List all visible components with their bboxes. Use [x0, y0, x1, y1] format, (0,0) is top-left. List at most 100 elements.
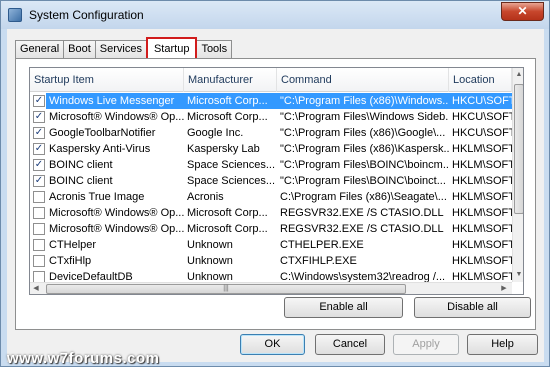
scroll-left-arrow[interactable]: ◀: [30, 283, 42, 294]
cell-item: BOINC client: [49, 175, 113, 187]
tab-services[interactable]: Services: [94, 40, 147, 58]
cell-location: HKCU\SOFTW: [449, 93, 512, 109]
cell-item: CTHelper: [49, 239, 97, 251]
cell-item: Microsoft® Windows® Op...: [49, 223, 184, 235]
cell-manufacturer: Microsoft Corp...: [187, 207, 268, 219]
cell-item: GoogleToolbarNotifier: [49, 127, 156, 139]
cell-command: "C:\Program Files (x86)\Windows...: [277, 93, 449, 109]
cell-item: Microsoft® Windows® Op...: [49, 111, 184, 123]
column-location[interactable]: Location: [449, 68, 512, 92]
cell-command: REGSVR32.EXE /S CTASIO.DLL: [280, 223, 444, 235]
cancel-button[interactable]: Cancel: [315, 334, 385, 355]
list-header: Startup Item Manufacturer Command Locati…: [30, 68, 512, 92]
table-row[interactable]: ✓ BOINC client Space Sciences... "C:\Progra…: [30, 157, 512, 173]
table-row[interactable]: Microsoft® Windows® Op... Microsoft Corp.…: [30, 221, 512, 237]
cell-location: HKLM\SOFTW: [452, 255, 512, 267]
cell-manufacturer: Unknown: [187, 239, 233, 251]
dialog-body: General Boot Services Startup Tools Star…: [7, 29, 544, 362]
cell-manufacturer: Unknown: [187, 255, 233, 267]
scroll-up-arrow[interactable]: ▲: [513, 68, 523, 82]
watermark-text: www.w7forums.com: [7, 350, 160, 367]
column-command[interactable]: Command: [277, 68, 449, 92]
cell-item: Kaspersky Anti-Virus: [49, 143, 151, 155]
tab-general[interactable]: General: [15, 40, 65, 58]
help-button[interactable]: Help: [467, 334, 538, 355]
cell-location: HKLM\SOFTW: [452, 223, 512, 235]
startup-item-checkbox[interactable]: ✓: [33, 159, 45, 171]
cell-location: HKLM\SOFTW: [452, 207, 512, 219]
cell-command: CTHELPER.EXE: [280, 239, 364, 251]
cell-manufacturer: Google Inc.: [187, 127, 244, 139]
table-row[interactable]: Acronis True Image Acronis C:\Program File…: [30, 189, 512, 205]
cell-command: CTXFIHLP.EXE: [280, 255, 357, 267]
apply-button[interactable]: Apply: [393, 334, 459, 355]
startup-item-checkbox[interactable]: ✓: [33, 175, 45, 187]
startup-item-checkbox[interactable]: [33, 207, 45, 219]
close-icon[interactable]: ✕: [501, 2, 544, 21]
startup-item-checkbox[interactable]: ✓: [33, 127, 45, 139]
cell-command: "C:\Program Files\BOINC\boinct...: [280, 175, 446, 187]
cell-manufacturer: Acronis: [187, 191, 224, 203]
vertical-scroll-thumb[interactable]: [514, 84, 523, 214]
enable-all-button[interactable]: Enable all: [284, 297, 403, 318]
column-startup-item[interactable]: Startup Item: [30, 68, 184, 92]
cell-item: Windows Live Messenger: [46, 93, 184, 109]
cell-manufacturer: Space Sciences...: [187, 159, 276, 171]
cell-location: HKLM\SOFTW: [452, 143, 512, 155]
window-title: System Configuration: [29, 8, 144, 22]
cell-manufacturer: Microsoft Corp...: [187, 111, 268, 123]
cell-location: HKCU\SOFTW: [452, 127, 512, 139]
table-row[interactable]: CTHelper Unknown CTHELPER.EXE HKLM\SOFTW: [30, 237, 512, 253]
cell-command: "C:\Program Files\BOINC\boincm...: [280, 159, 449, 171]
system-configuration-window: System Configuration ✕ General Boot Serv…: [0, 0, 550, 367]
table-row[interactable]: CTxfiHlp Unknown CTXFIHLP.EXE HKLM\SOFTW: [30, 253, 512, 269]
table-row[interactable]: ✓ Windows Live Messenger Microsoft Corp...…: [30, 93, 512, 109]
cell-command: C:\Program Files (x86)\Seagate\...: [280, 191, 447, 203]
cell-manufacturer: Microsoft Corp...: [187, 223, 268, 235]
startup-item-checkbox[interactable]: [33, 239, 45, 251]
cell-location: HKLM\SOFTW: [452, 191, 512, 203]
msconfig-icon: [8, 8, 22, 22]
startup-item-checkbox[interactable]: ✓: [33, 111, 45, 123]
cell-item: Microsoft® Windows® Op...: [49, 207, 184, 219]
vertical-scrollbar[interactable]: ▲ ▼: [512, 68, 523, 282]
table-row[interactable]: ✓ Kaspersky Anti-Virus Kaspersky Lab "C:\Pr…: [30, 141, 512, 157]
ok-button[interactable]: OK: [240, 334, 305, 355]
column-manufacturer[interactable]: Manufacturer: [184, 68, 277, 92]
startup-item-checkbox[interactable]: [33, 223, 45, 235]
cell-location: HKCU\SOFTW: [452, 111, 512, 123]
tab-boot[interactable]: Boot: [63, 40, 96, 58]
horizontal-scroll-thumb[interactable]: |||: [46, 284, 406, 294]
table-row[interactable]: ✓ BOINC client Space Sciences... "C:\Progra…: [30, 173, 512, 189]
cell-command: "C:\Program Files (x86)\Kaspersk...: [280, 143, 449, 155]
cell-location: HKLM\SOFTW: [452, 239, 512, 251]
scroll-right-arrow[interactable]: ▶: [498, 283, 510, 294]
tab-startup[interactable]: Startup: [145, 37, 198, 58]
cell-command: "C:\Program Files\Windows Sideb...: [280, 111, 449, 123]
startup-items-list: Startup Item Manufacturer Command Locati…: [29, 67, 524, 295]
scroll-down-arrow[interactable]: ▼: [513, 268, 523, 282]
tab-strip: General Boot Services Startup Tools: [15, 37, 233, 58]
cell-location: HKLM\SOFTW: [452, 159, 512, 171]
cell-item: CTxfiHlp: [49, 255, 92, 267]
startup-item-checkbox[interactable]: [33, 191, 45, 203]
disable-all-button[interactable]: Disable all: [414, 297, 531, 318]
startup-item-checkbox[interactable]: ✓: [33, 95, 45, 107]
cell-manufacturer: Space Sciences...: [187, 175, 276, 187]
table-row[interactable]: Microsoft® Windows® Op... Microsoft Corp.…: [30, 205, 512, 221]
cell-manufacturer: Microsoft Corp...: [184, 93, 277, 109]
table-row[interactable]: ✓ GoogleToolbarNotifier Google Inc. "C:\Pro…: [30, 125, 512, 141]
cell-location: HKLM\SOFTW: [452, 175, 512, 187]
startup-item-checkbox[interactable]: [33, 255, 45, 267]
cell-manufacturer: Kaspersky Lab: [187, 143, 260, 155]
cell-command: "C:\Program Files (x86)\Google\...: [280, 127, 446, 139]
cell-item: BOINC client: [49, 159, 113, 171]
horizontal-scrollbar[interactable]: ◀ ||| ▶: [30, 282, 512, 294]
table-row[interactable]: ✓ Microsoft® Windows® Op... Microsoft Corp…: [30, 109, 512, 125]
tab-tools[interactable]: Tools: [196, 40, 233, 58]
cell-item: Acronis True Image: [49, 191, 145, 203]
title-bar[interactable]: System Configuration ✕: [1, 1, 549, 29]
startup-item-checkbox[interactable]: ✓: [33, 143, 45, 155]
startup-panel: Startup Item Manufacturer Command Locati…: [15, 58, 536, 330]
cell-command: REGSVR32.EXE /S CTASIO.DLL: [280, 207, 444, 219]
